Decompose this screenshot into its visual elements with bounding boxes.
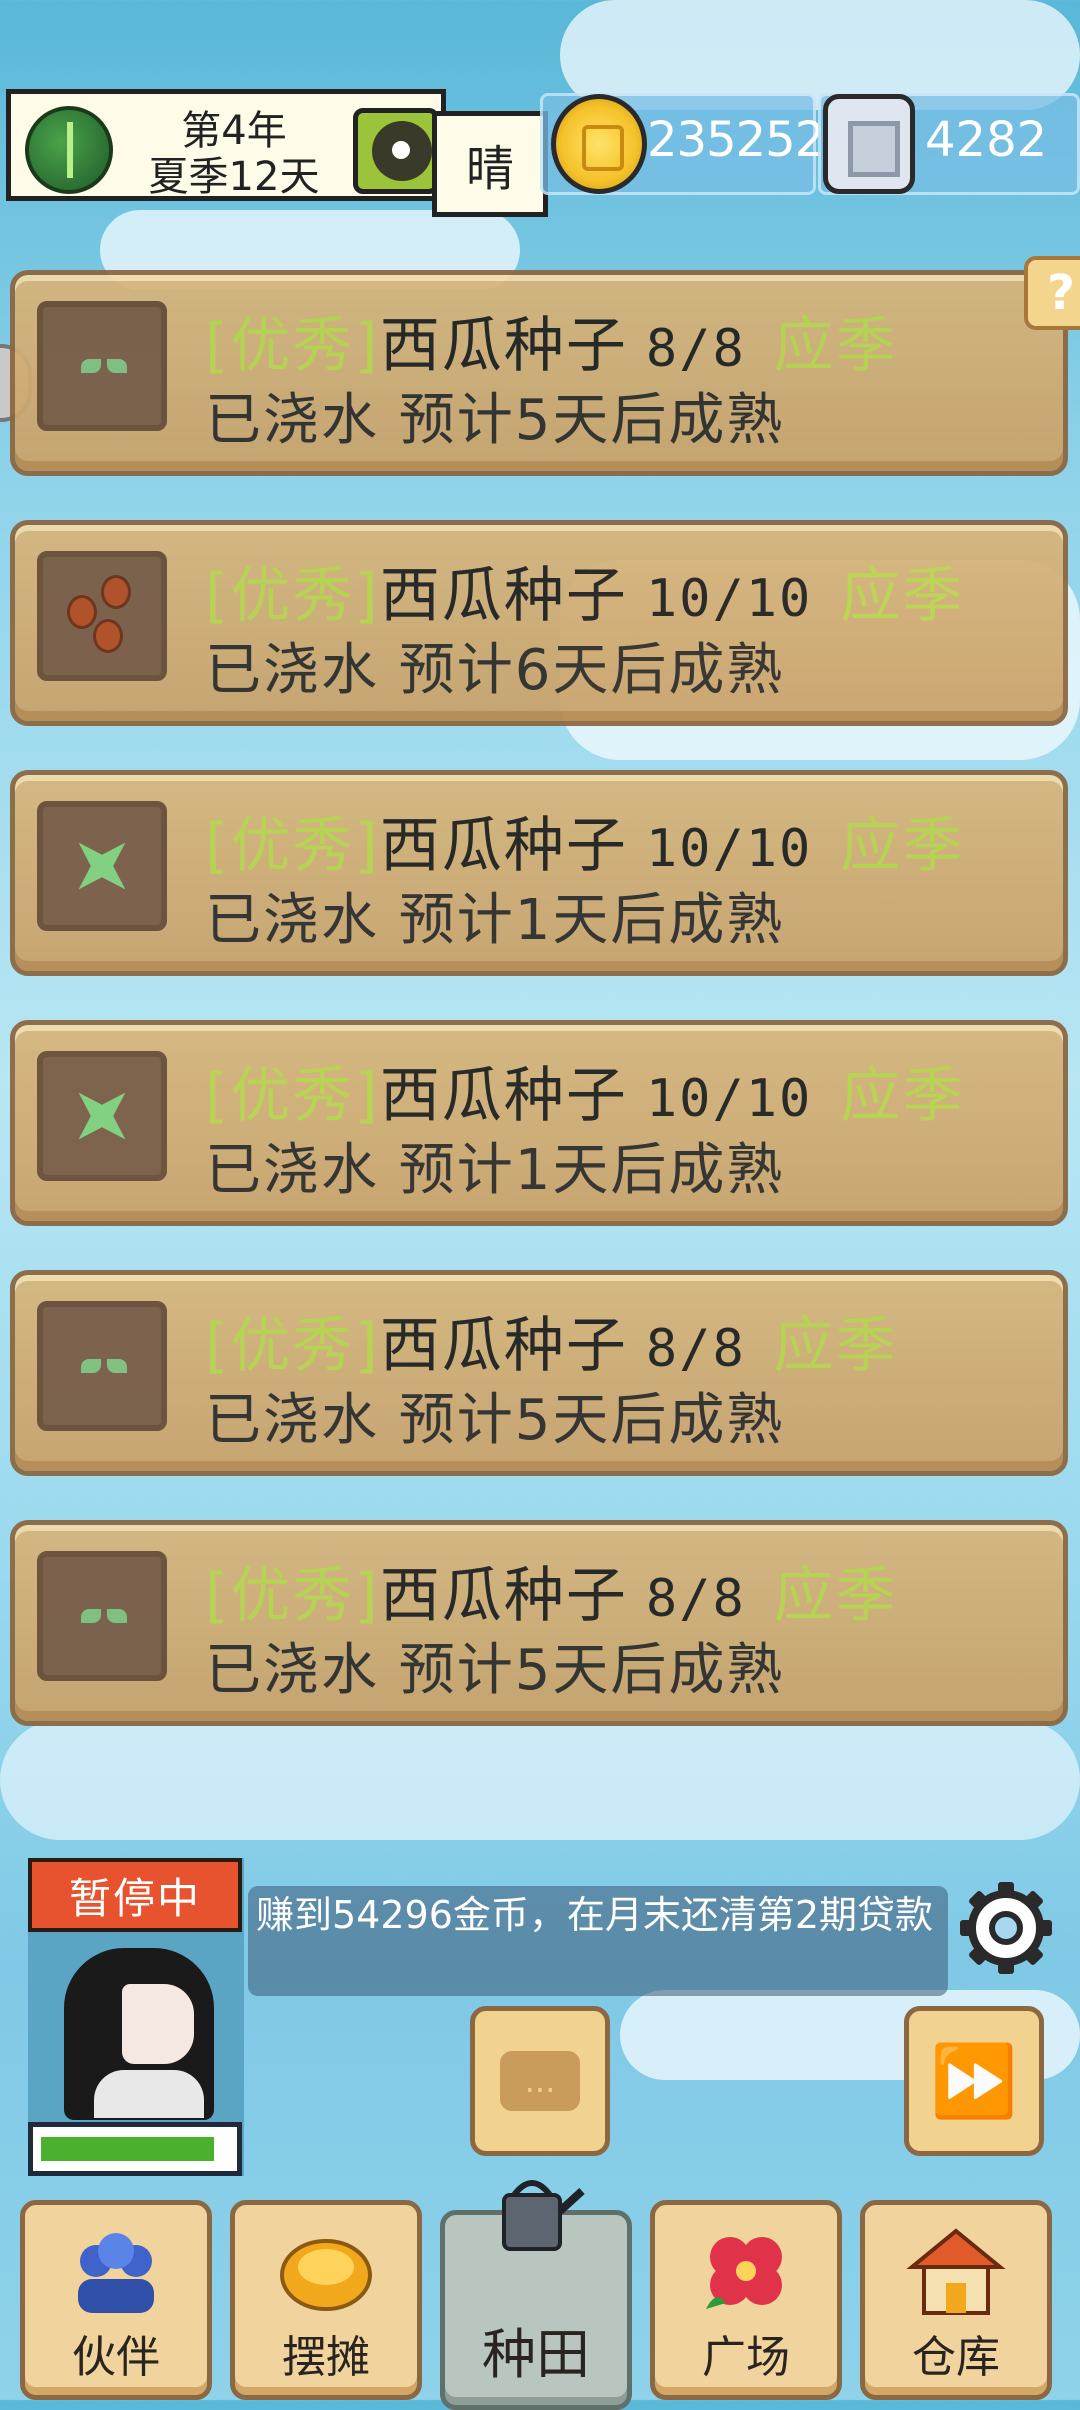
plot-card[interactable]: [优秀]西瓜种子 10/10 应季 已浇水 预计1天后成熟: [10, 1020, 1068, 1226]
sprout-icon: [37, 301, 167, 431]
seed-count: 10/10: [645, 569, 813, 629]
leaf-icon: [37, 801, 167, 931]
date-panel: 第4年 夏季12天: [6, 89, 446, 201]
nav-label: 摆摊: [282, 2332, 370, 2383]
nav-stall[interactable]: 摆摊: [230, 2200, 422, 2400]
watermelon-icon: [25, 106, 113, 194]
plot-title: [优秀]西瓜种子 10/10 应季: [205, 547, 964, 634]
seed-count: 8/8: [645, 319, 746, 379]
quality-tag: [优秀]: [205, 311, 380, 381]
seed-count: 8/8: [645, 1569, 746, 1629]
help-button[interactable]: ?: [1024, 256, 1080, 330]
gear-icon[interactable]: [958, 1880, 1054, 1976]
day-label: 夏季12天: [148, 154, 320, 200]
nav-label: 种田: [482, 2323, 590, 2386]
season-tag: 应季: [773, 1561, 898, 1631]
nav-partner[interactable]: 伙伴: [20, 2200, 212, 2400]
plot-status: 已浇水 预计5天后成熟: [205, 388, 785, 453]
plot-card[interactable]: [优秀]西瓜种子 10/10 应季 已浇水 预计6天后成熟: [10, 520, 1068, 726]
seed-name: 西瓜种子: [379, 811, 628, 881]
plot-status: 已浇水 预计5天后成熟: [205, 1638, 785, 1703]
plot-card[interactable]: [优秀]西瓜种子 10/10 应季 已浇水 预计1天后成熟: [10, 770, 1068, 976]
plot-title: [优秀]西瓜种子 10/10 应季: [205, 797, 964, 884]
nav-warehouse[interactable]: 仓库: [860, 2200, 1052, 2400]
nav-label: 伙伴: [72, 2332, 160, 2383]
partner-icon: [78, 2233, 154, 2313]
season-tag: 应季: [840, 811, 965, 881]
sprout-icon: [37, 1301, 167, 1431]
chat-button[interactable]: ...: [470, 2006, 610, 2156]
quality-tag: [优秀]: [205, 1311, 380, 1381]
coin-icon: [551, 94, 647, 194]
cloud: [0, 1720, 1080, 1840]
seed-name: 西瓜种子: [379, 1311, 628, 1381]
paused-badge[interactable]: 暂停中: [28, 1858, 242, 1932]
nav-farm[interactable]: 种田: [440, 2180, 632, 2410]
avatar[interactable]: [50, 1940, 230, 2120]
gem-counter[interactable]: 4282: [818, 93, 1080, 195]
clock-icon[interactable]: [353, 108, 439, 194]
plot-card[interactable]: [优秀]西瓜种子 8/8 应季 已浇水 预计5天后成熟: [10, 270, 1068, 476]
weather-label: 晴: [432, 111, 548, 217]
fast-forward-button[interactable]: ⏩: [904, 2006, 1044, 2156]
gold-counter[interactable]: 235252: [540, 93, 825, 195]
plot-status: 已浇水 预计1天后成熟: [205, 1138, 785, 1203]
season-tag: 应季: [840, 561, 965, 631]
top-bar: 第4年 夏季12天 晴 235252 4282: [0, 85, 1080, 235]
nav-plaza[interactable]: 广场: [650, 2200, 842, 2400]
house-icon: [906, 2228, 1006, 2315]
gold-value: 235252: [647, 112, 825, 168]
season-tag: 应季: [773, 311, 898, 381]
plot-status: 已浇水 预计6天后成熟: [205, 638, 785, 703]
season-tag: 应季: [840, 1061, 965, 1131]
plot-title: [优秀]西瓜种子 10/10 应季: [205, 1047, 964, 1134]
quality-tag: [优秀]: [205, 1561, 380, 1631]
plot-title: [优秀]西瓜种子 8/8 应季: [205, 297, 898, 384]
stamina-bar: [28, 2122, 242, 2176]
nav-label: 广场: [702, 2332, 790, 2383]
quality-tag: [优秀]: [205, 561, 380, 631]
sprout-icon: [37, 1551, 167, 1681]
plot-card[interactable]: [优秀]西瓜种子 8/8 应季 已浇水 预计5天后成熟: [10, 1520, 1068, 1726]
flower-icon: [706, 2237, 782, 2309]
stall-icon: [280, 2239, 372, 2311]
quality-tag: [优秀]: [205, 1061, 380, 1131]
gem-icon: [823, 94, 915, 194]
plot-card[interactable]: [优秀]西瓜种子 8/8 应季 已浇水 预计5天后成熟: [10, 1270, 1068, 1476]
chat-icon: ...: [500, 2051, 580, 2111]
leaf-icon: [37, 1051, 167, 1181]
seed-count: 10/10: [645, 1069, 813, 1129]
plot-title: [优秀]西瓜种子 8/8 应季: [205, 1547, 898, 1634]
task-message: 赚到54296金币，在月末还清第2期贷款: [248, 1886, 948, 1996]
plot-title: [优秀]西瓜种子 8/8 应季: [205, 1297, 898, 1384]
quality-tag: [优秀]: [205, 811, 380, 881]
seed-count: 10/10: [645, 819, 813, 879]
seed-count: 8/8: [645, 1319, 746, 1379]
stamina-fill: [41, 2137, 214, 2161]
bottom-nav: 伙伴 摆摊 种田 广场 仓库: [20, 2180, 1060, 2410]
fast-forward-icon: ⏩: [930, 2039, 1018, 2122]
seed-name: 西瓜种子: [379, 1061, 628, 1131]
seed-name: 西瓜种子: [379, 311, 628, 381]
watering-can-icon: [502, 2180, 585, 2251]
plot-status: 已浇水 预计5天后成熟: [205, 1388, 785, 1453]
seeds-icon: [37, 551, 167, 681]
seed-name: 西瓜种子: [379, 561, 628, 631]
plot-status: 已浇水 预计1天后成熟: [205, 888, 785, 953]
season-tag: 应季: [773, 1311, 898, 1381]
nav-label: 仓库: [912, 2332, 1000, 2383]
gem-value: 4282: [925, 112, 1048, 168]
seed-name: 西瓜种子: [379, 1561, 628, 1631]
